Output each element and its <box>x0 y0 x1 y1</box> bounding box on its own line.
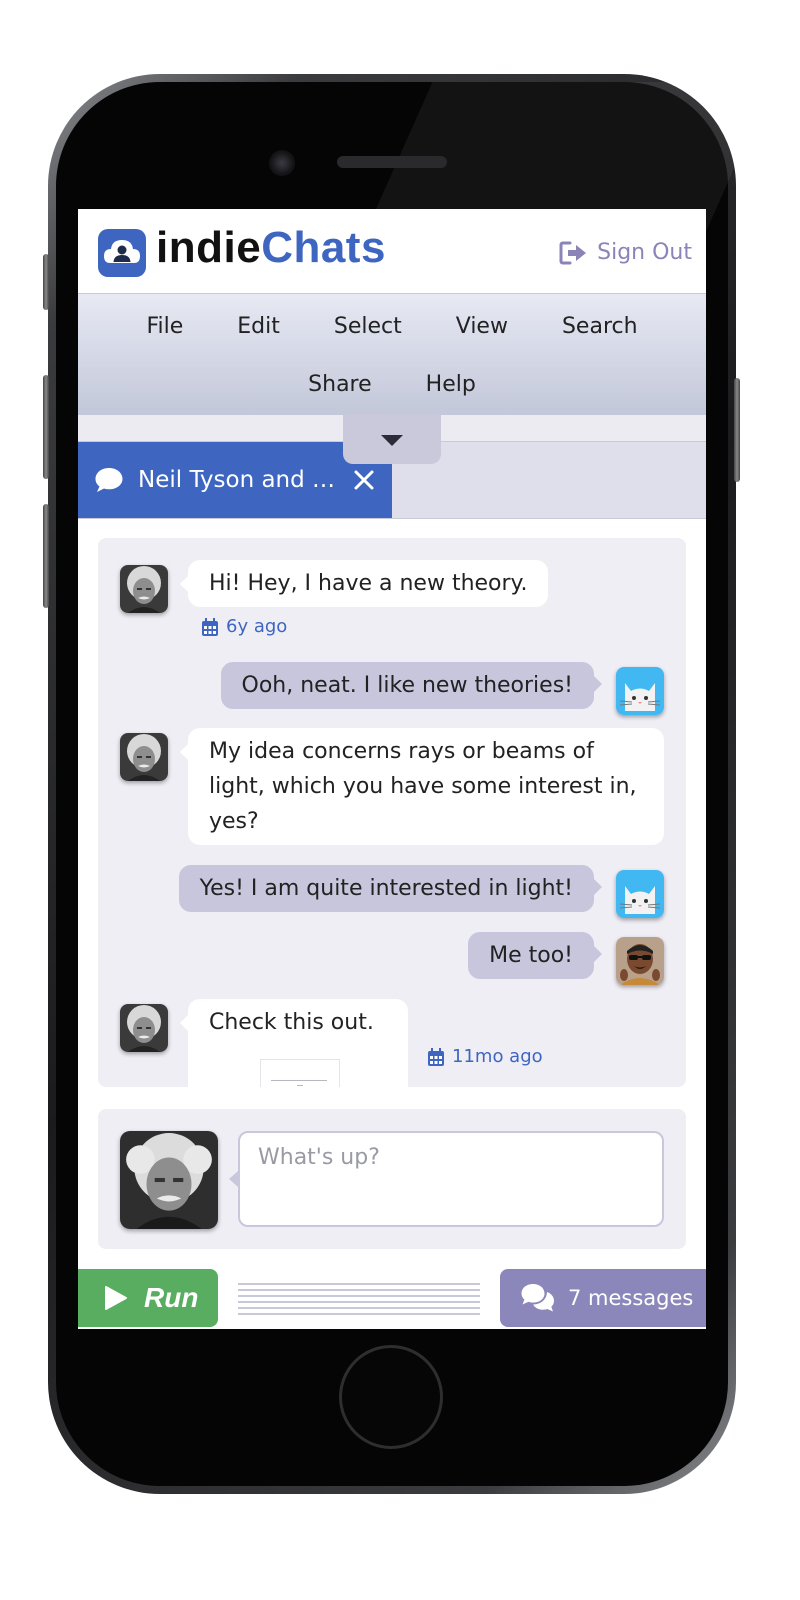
message-bubble-4: Yes! I am quite interested in light! <box>178 865 603 912</box>
tab-title: Neil Tyson and … <box>138 467 336 493</box>
message-timestamp-1: 6y ago <box>202 616 287 637</box>
logo-chats: Chats <box>261 223 386 272</box>
message-text-6: Check this out. <box>209 1010 374 1035</box>
front-camera <box>269 150 295 176</box>
speech-bubble-icon <box>95 468 123 492</box>
menu-bar: File Edit Select View Search Share Help <box>78 293 706 416</box>
message-timestamp-6: 11mo ago <box>428 1046 543 1067</box>
message-bubble-3: My idea concerns rays or beams of light,… <box>180 728 664 845</box>
menu-toggle-button[interactable] <box>343 414 441 464</box>
app-screen: indieChats Sign Out File Edit Select Vie… <box>78 209 706 1329</box>
tyson-avatar[interactable] <box>616 937 664 985</box>
menu-search[interactable]: Search <box>535 312 665 342</box>
calendar-icon <box>202 617 218 636</box>
message-list: Hi! Hey, I have a new theory. 6y ago Ooh… <box>98 538 686 1087</box>
menu-select[interactable]: Select <box>307 312 429 342</box>
calendar-icon <box>428 1047 444 1066</box>
close-icon[interactable] <box>350 466 378 494</box>
app-header: indieChats Sign Out <box>78 209 706 293</box>
message-bubble-2: Ooh, neat. I like new theories! <box>220 662 603 709</box>
menu-view[interactable]: View <box>429 312 535 342</box>
messages-count-label: 7 messages <box>568 1286 694 1310</box>
menu-row-secondary: Share Help <box>78 370 706 400</box>
logo-indie: indie <box>156 223 262 272</box>
cat-avatar[interactable] <box>616 667 664 715</box>
attachment-line <box>271 1080 327 1081</box>
resize-grip[interactable] <box>238 1283 480 1317</box>
message-input[interactable] <box>238 1131 664 1227</box>
comments-icon <box>521 1284 554 1312</box>
menu-row-primary: File Edit Select View Search <box>78 312 706 342</box>
timestamp-label: 6y ago <box>226 616 288 637</box>
attachment-line <box>297 1085 303 1086</box>
cloud-user-logo-icon <box>98 229 146 277</box>
message-bubble-1: Hi! Hey, I have a new theory. <box>179 560 549 607</box>
timestamp-label: 11mo ago <box>452 1046 543 1067</box>
mute-switch <box>43 254 49 310</box>
sign-out-label: Sign Out <box>597 240 692 265</box>
play-icon <box>105 1286 127 1310</box>
einstein-avatar[interactable] <box>120 733 168 781</box>
caret-down-icon <box>381 435 403 446</box>
compose-pointer <box>229 1171 238 1187</box>
sign-out-icon <box>559 241 587 265</box>
menu-file[interactable]: File <box>119 312 210 342</box>
compose-area <box>98 1109 686 1249</box>
sign-out-button[interactable]: Sign Out <box>559 239 692 267</box>
attachment-thumbnail[interactable] <box>260 1059 340 1087</box>
messages-button[interactable]: 7 messages <box>500 1269 706 1327</box>
einstein-avatar[interactable] <box>120 565 168 613</box>
volume-up-button <box>43 375 49 479</box>
volume-down-button <box>43 504 49 608</box>
current-user-avatar[interactable] <box>120 1131 218 1229</box>
app-logo: indieChats <box>156 223 386 273</box>
power-button <box>734 378 740 482</box>
earpiece-speaker <box>337 156 447 168</box>
menu-share[interactable]: Share <box>281 370 399 400</box>
message-bubble-5: Me too! <box>468 932 602 979</box>
cat-avatar[interactable] <box>616 870 664 918</box>
message-bubble-6: Check this out. <box>180 999 408 1087</box>
einstein-avatar[interactable] <box>120 1004 168 1052</box>
run-button[interactable]: Run <box>78 1269 218 1327</box>
home-button[interactable] <box>339 1345 443 1449</box>
bottom-toolbar: Run 7 messages <box>78 1267 706 1329</box>
menu-edit[interactable]: Edit <box>210 312 307 342</box>
menu-help[interactable]: Help <box>399 370 503 400</box>
run-label: Run <box>144 1282 199 1313</box>
